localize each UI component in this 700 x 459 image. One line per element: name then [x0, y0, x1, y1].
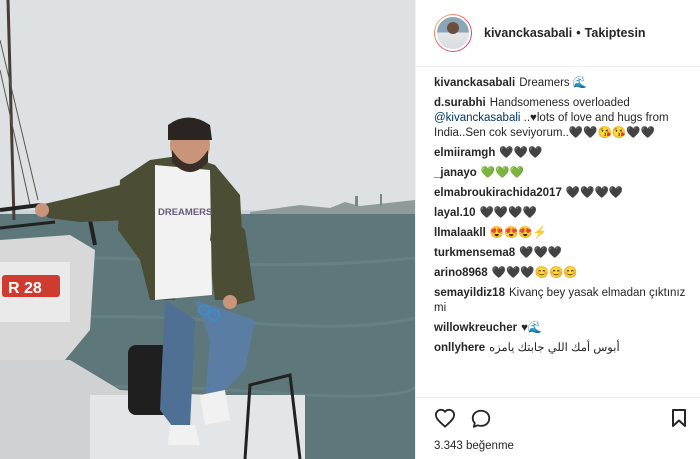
bookmark-icon[interactable] [671, 408, 687, 433]
comment-username[interactable]: elmiiramgh [434, 147, 495, 159]
comment-text: 😍😍😍⚡ [489, 227, 548, 239]
comments-list: kivanckasabali Dreamers 🌊 d.surabhi Handso… [434, 76, 692, 361]
comment-text: Dreamers 🌊 [519, 77, 588, 89]
comment-username[interactable]: d.surabhi [434, 97, 486, 109]
comment-item: layal.10 🖤🖤🖤🖤 [434, 206, 692, 221]
comment-item: elmabroukirachida2017 🖤🖤🖤🖤 [434, 186, 692, 201]
likes-count[interactable]: 3.343 beğenme [434, 440, 514, 452]
header-separator: • [576, 26, 581, 40]
comment-item: turkmensema8 🖤🖤🖤 [434, 246, 692, 261]
post-side-panel: kivanckasabali • Takiptesin kivanckasaba… [415, 0, 700, 459]
photo-scene: R 28 DREAMERS [0, 0, 415, 459]
comment-item: llmalaakll 😍😍😍⚡ [434, 226, 692, 241]
comment-text: 💚💚💚 [480, 167, 524, 179]
comment-text: 🖤🖤🖤🖤 [479, 207, 537, 219]
comment-username[interactable]: llmalaakll [434, 227, 486, 239]
comment-item: semayildiz18 Kivanç bey yasak elmadan çık… [434, 286, 692, 316]
comment-username[interactable]: arino8968 [434, 267, 488, 279]
comment-text: 🖤🖤🖤😊😊😊 [491, 267, 578, 279]
comment-mention-link[interactable]: @kivanckasabali [434, 112, 520, 124]
post-photo[interactable]: R 28 DREAMERS [0, 0, 415, 459]
comment-item: willowkreucher ♥🌊 [434, 321, 692, 336]
comment-username[interactable]: layal.10 [434, 207, 476, 219]
comment-username[interactable]: kivanckasabali [434, 77, 515, 89]
instagram-post: R 28 DREAMERS kivanckasabali • Takiptesi… [0, 0, 700, 459]
avatar-image [435, 15, 471, 51]
comment-item: onllyhere أبوس أمك اللي جابتك يامزه [434, 341, 692, 356]
comment-text-start: Handsomeness overloaded [489, 97, 630, 109]
comment-username[interactable]: semayildiz18 [434, 287, 505, 299]
comment-text: 🖤🖤🖤 [499, 147, 543, 159]
comment-username[interactable]: _janayo [434, 167, 477, 179]
boat-number-text: R 28 [8, 280, 42, 297]
comment-text: 🖤🖤🖤🖤 [565, 187, 624, 199]
comment-bubble-icon[interactable] [470, 408, 492, 435]
comment-username[interactable]: onllyhere [434, 342, 485, 354]
hoodie-text: DREAMERS [158, 207, 212, 218]
comment-username[interactable]: elmabroukirachida2017 [434, 187, 562, 199]
comment-item: _janayo 💚💚💚 [434, 166, 692, 181]
comment-item: arino8968 🖤🖤🖤😊😊😊 [434, 266, 692, 281]
post-actions-bar: 3.343 beğenme [416, 397, 700, 459]
post-header: kivanckasabali • Takiptesin [416, 0, 700, 67]
header-username-link[interactable]: kivanckasabali [484, 26, 572, 40]
comment-text: أبوس أمك اللي جابتك يامزه [489, 342, 620, 354]
comment-item: elmiiramgh 🖤🖤🖤 [434, 146, 692, 161]
caption: kivanckasabali Dreamers 🌊 [434, 76, 692, 91]
comment-item: d.surabhi Handsomeness overloaded @kivanc… [434, 96, 692, 141]
comment-username[interactable]: willowkreucher [434, 322, 517, 334]
comment-username[interactable]: turkmensema8 [434, 247, 515, 259]
comment-text: 🖤🖤🖤 [519, 247, 563, 259]
avatar[interactable] [434, 14, 472, 52]
heart-outline-icon[interactable] [434, 408, 456, 433]
comment-text: ♥🌊 [521, 322, 543, 334]
following-button[interactable]: Takiptesin [585, 26, 646, 40]
